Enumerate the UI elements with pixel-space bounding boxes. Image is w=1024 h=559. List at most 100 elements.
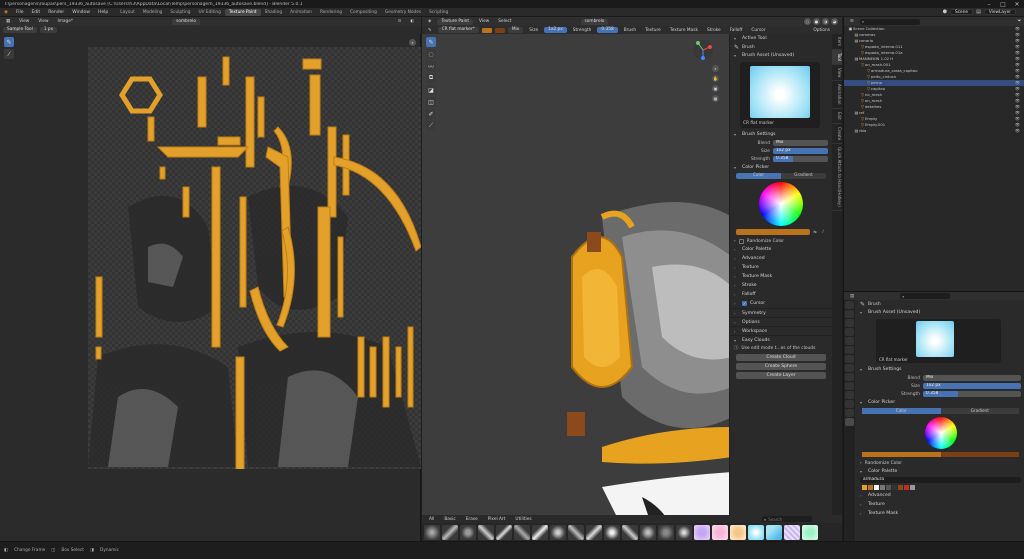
palette-swatch[interactable] xyxy=(892,485,897,490)
active-tool-header[interactable]: ▾ Active Tool xyxy=(730,34,832,43)
navigation-gizmo[interactable] xyxy=(692,39,714,61)
draw-brush-tool-icon[interactable]: ✎ xyxy=(426,37,436,47)
palette-swatch[interactable] xyxy=(868,485,873,490)
tab-uv-editing[interactable]: UV Editing xyxy=(194,9,224,16)
maximize-button[interactable]: □ xyxy=(996,1,1010,8)
properties-type-icon[interactable]: ▤ xyxy=(847,294,857,299)
brush-name-field[interactable]: CR flat marker* xyxy=(437,27,479,33)
prop-brush-asset-header[interactable]: ▾ Brush Asset (Unsaved) xyxy=(856,308,1024,317)
shading-wire-icon[interactable]: ○ xyxy=(804,18,811,25)
palette-swatch[interactable] xyxy=(862,485,867,490)
brush-thumb[interactable] xyxy=(424,524,440,540)
tab-gradient[interactable]: Gradient xyxy=(781,173,826,179)
prop-primary-color-swatch[interactable] xyxy=(862,452,941,457)
overlay-icon[interactable]: ◐ xyxy=(407,19,417,24)
shading-solid-icon[interactable]: ● xyxy=(813,18,820,25)
mode-selector[interactable]: Texture Paint xyxy=(437,18,474,25)
prop-color-picker-header[interactable]: ▾ Color Picker xyxy=(856,398,1024,407)
brush-preview[interactable]: CR flat marker xyxy=(740,62,820,128)
brush-thumb[interactable] xyxy=(568,524,584,540)
smear-tool-icon[interactable]: 〰 xyxy=(426,61,436,71)
zoom-view-icon[interactable]: ⌕ xyxy=(712,65,719,72)
object-properties-tab[interactable] xyxy=(845,355,854,363)
menu-window[interactable]: Window xyxy=(68,10,94,15)
prop-advanced-section[interactable]: › Advanced xyxy=(856,491,1024,500)
tab-scripting[interactable]: Scripting xyxy=(425,9,452,16)
palette-name-field[interactable]: armadura xyxy=(860,477,1021,483)
sample-tool-field[interactable]: Sample Tool xyxy=(3,27,37,33)
easy-clouds-header[interactable]: ▾ Easy Clouds xyxy=(730,335,832,344)
minimize-button[interactable]: – xyxy=(982,1,996,8)
data-properties-tab[interactable] xyxy=(845,400,854,408)
symmetry-section[interactable]: › Symmetry xyxy=(730,308,832,317)
tab-edit[interactable]: Edit xyxy=(832,109,842,124)
prop-brush-settings-header[interactable]: ▾ Brush Settings xyxy=(856,365,1024,374)
palette-swatch[interactable] xyxy=(910,485,915,490)
brush-thumb[interactable] xyxy=(532,524,548,540)
swap-colors-icon[interactable]: ⇆ xyxy=(812,229,818,235)
prop-secondary-color-swatch[interactable] xyxy=(940,452,1019,457)
viewport-menu-view[interactable]: View xyxy=(476,19,492,24)
brush-thumb[interactable] xyxy=(550,524,566,540)
output-properties-tab[interactable] xyxy=(845,319,854,327)
strength-field[interactable]: 0.358 xyxy=(597,27,618,33)
line-tool-icon[interactable]: ⟋ xyxy=(426,121,436,131)
prop-texture-section[interactable]: › Texture xyxy=(856,500,1024,509)
sample-size-field[interactable]: 1 px xyxy=(39,27,58,33)
tab-shading[interactable]: Shading xyxy=(261,9,286,16)
particle-properties-tab[interactable] xyxy=(845,373,854,381)
clone-tool-icon[interactable]: ⧉ xyxy=(426,73,436,83)
outliner-row[interactable]: ▤ rbla 👁 xyxy=(844,128,1024,134)
asset-tab-all[interactable]: All xyxy=(426,517,437,522)
brush-thumb[interactable] xyxy=(730,524,746,540)
brush-thumb[interactable] xyxy=(442,524,458,540)
material-properties-tab[interactable] xyxy=(845,409,854,417)
tool-properties-tab[interactable] xyxy=(845,301,854,309)
pan-view-icon[interactable]: ✋ xyxy=(712,75,719,82)
color-swatch-primary[interactable] xyxy=(481,27,492,33)
scene-field[interactable]: Scene xyxy=(949,9,974,15)
image-editor-menu-view[interactable]: View xyxy=(16,19,32,24)
color-swatch-secondary[interactable] xyxy=(494,27,505,33)
view-layer-field[interactable]: ViewLayer xyxy=(983,9,1016,15)
brush-thumb[interactable] xyxy=(676,524,692,540)
palette-swatch[interactable] xyxy=(880,485,885,490)
tab-layout[interactable]: Layout xyxy=(116,9,139,16)
visibility-eye-icon[interactable]: 👁 xyxy=(1015,128,1024,134)
fill-tool-icon[interactable]: ◪ xyxy=(426,85,436,95)
blender-logo-icon[interactable]: ◉ xyxy=(0,10,12,15)
brush-thumb[interactable] xyxy=(460,524,476,540)
tool-texture-mask-menu[interactable]: Texture Mask xyxy=(667,28,701,33)
advanced-section[interactable]: › Advanced xyxy=(730,254,832,263)
asset-tab-erase[interactable]: Erase xyxy=(463,517,481,522)
editor-type-icon[interactable]: ▦ xyxy=(3,19,13,24)
brush-thumb[interactable] xyxy=(514,524,530,540)
asset-tab-pixel-art[interactable]: Pixel Art xyxy=(485,517,509,522)
world-properties-tab[interactable] xyxy=(845,346,854,354)
create-layer-button[interactable]: Create Layer xyxy=(736,372,826,379)
camera-view-icon[interactable]: ▣ xyxy=(712,85,719,92)
uv-map-field[interactable]: sombrelo xyxy=(580,18,609,25)
outliner-search[interactable]: ⌕ xyxy=(859,18,920,25)
tool-cursor-menu[interactable]: Cursor xyxy=(748,28,768,33)
brush-thumb[interactable] xyxy=(712,524,728,540)
asset-tab-utilities[interactable]: Utilities xyxy=(512,517,534,522)
annotate-tool-icon[interactable]: ✐ xyxy=(426,109,436,119)
tab-rendering[interactable]: Rendering xyxy=(316,9,346,16)
brush-thumb[interactable] xyxy=(694,524,710,540)
brush-thumb[interactable] xyxy=(622,524,638,540)
brush-thumb[interactable] xyxy=(604,524,620,540)
randomize-color-row[interactable]: › Randomize Color xyxy=(730,237,832,245)
color-picker-header[interactable]: ▾ Color Picker xyxy=(730,163,832,172)
tab-color[interactable]: Color xyxy=(736,173,781,179)
brush-thumb[interactable] xyxy=(766,524,782,540)
outliner-type-icon[interactable]: ☰ xyxy=(847,19,857,24)
prop-blend-dropdown[interactable]: Mix xyxy=(923,375,1021,381)
blend-dropdown[interactable]: Mix xyxy=(773,140,828,146)
brush-thumb[interactable] xyxy=(658,524,674,540)
create-sphere-button[interactable]: Create Sphere xyxy=(736,363,826,370)
tool-falloff-menu[interactable]: Falloff xyxy=(727,28,746,33)
stroke-section[interactable]: › Stroke xyxy=(730,281,832,290)
brush-asset-header[interactable]: ▾ Brush Asset (Unsaved) xyxy=(730,51,832,60)
active-color-swatch[interactable] xyxy=(736,229,810,235)
